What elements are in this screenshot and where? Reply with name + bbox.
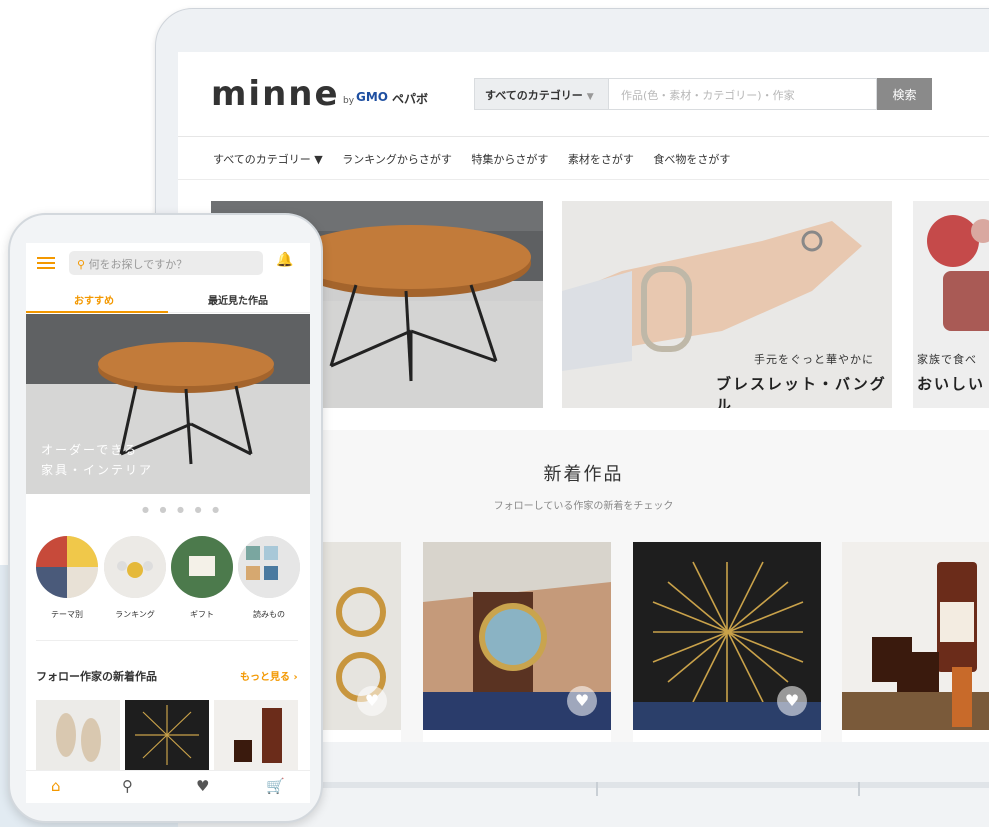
syrup-image <box>842 542 989 730</box>
product-card-star-ornament[interactable]: ♥ <box>633 542 821 730</box>
phone-hero-banner[interactable]: オーダーできる 家具・インテリア <box>26 314 310 494</box>
heart-icon[interactable]: ♥ <box>567 686 597 716</box>
reading-image <box>238 536 300 598</box>
category-label-theme: テーマ別 <box>51 610 83 619</box>
carousel-dots[interactable]: ● ● ● ● ● <box>142 505 223 514</box>
follow-item-thumb[interactable] <box>125 700 209 770</box>
logo-gmo: GMO <box>356 90 388 104</box>
logo-by: by <box>343 96 355 106</box>
minne-logo[interactable]: minne <box>211 74 340 114</box>
heart-icon[interactable]: ♥ <box>777 686 807 716</box>
chevron-down-icon: ▼ <box>586 92 594 102</box>
category-label-reading: 読みもの <box>253 610 285 619</box>
product-card-watch[interactable]: ♥ <box>423 542 611 730</box>
category-label-gift: ギフト <box>190 610 214 619</box>
nav-item-ranking[interactable]: ランキングからさがす <box>342 153 452 166</box>
laptop-seam <box>596 782 598 796</box>
phone-tabs: おすすめ 最近見た作品 <box>26 281 310 313</box>
phone-hero-line2: 家具・インテリア <box>41 463 154 477</box>
sandals-image <box>36 700 120 770</box>
tab-recommended[interactable]: おすすめ <box>74 292 114 307</box>
syrup-thumb-image <box>214 700 298 770</box>
star-thumb-image <box>125 700 209 770</box>
tab-recently-viewed[interactable]: 最近見た作品 <box>208 292 268 307</box>
follow-item-thumb[interactable] <box>36 700 120 770</box>
header-divider <box>178 136 989 137</box>
phone-screen: ⚲ 何をお探しですか？ 🔔 おすすめ 最近見た作品 オーダーできる 家具・インテ… <box>26 243 310 803</box>
stage: minne by GMO ペパボ すべてのカテゴリー ▼ 作品(色・素材・カテゴリ… <box>0 0 989 827</box>
main-nav: すべてのカテゴリー ▼ ランキングからさがす 特集からさがす 素材をさがす 食べ… <box>213 151 746 167</box>
search-icon[interactable]: ⚲ <box>122 777 133 795</box>
category-select-label: すべてのカテゴリー <box>485 89 583 102</box>
nav-divider <box>178 179 989 180</box>
banner-bracelet-caption: 手元をぐっと華やかに <box>754 353 874 366</box>
see-more-link[interactable]: もっと見る › <box>240 668 298 683</box>
follow-item-thumb[interactable] <box>214 700 298 770</box>
banner-food-caption: 家族で食べ <box>917 353 977 366</box>
heart-icon[interactable]: ♥ <box>357 686 387 716</box>
category-label-ranking: ランキング <box>115 610 155 619</box>
phone-bottom-nav: ⌂ ⚲ ♥ 🛒 <box>26 770 310 803</box>
active-tab-indicator <box>26 311 168 313</box>
nav-item-all-categories[interactable]: すべてのカテゴリー ▼ <box>213 153 323 166</box>
follow-section-title: フォロー作家の新着作品 <box>36 670 157 683</box>
banner-bracelet[interactable]: 手元をぐっと華やかに ブレスレット・バングル <box>562 201 892 408</box>
search-icon: ⚲ <box>77 258 86 271</box>
banner-food[interactable]: 家族で食べ おいしい <box>913 201 989 408</box>
ranking-image <box>104 536 166 598</box>
nav-item-features[interactable]: 特集からさがす <box>471 153 548 166</box>
cart-icon[interactable]: 🛒 <box>266 777 285 795</box>
phone-search-input[interactable]: ⚲ 何をお探しですか？ <box>69 251 263 275</box>
laptop-seam <box>858 782 860 796</box>
menu-icon[interactable] <box>37 257 55 269</box>
phone-divider <box>36 640 298 641</box>
category-select[interactable]: すべてのカテゴリー ▼ <box>474 78 609 110</box>
bell-icon[interactable]: 🔔 <box>276 252 293 268</box>
search-button[interactable]: 検索 <box>877 78 932 110</box>
category-circle-ranking[interactable] <box>104 536 166 598</box>
banner-food-title: おいしい <box>917 375 986 393</box>
theme-image <box>36 536 98 598</box>
banner-bracelet-title: ブレスレット・バングル <box>716 375 887 408</box>
search-input[interactable]: 作品(色・素材・カテゴリー)・作家 <box>609 78 877 110</box>
phone-search-placeholder: 何をお探しですか？ <box>88 258 188 271</box>
gift-image <box>171 536 233 598</box>
category-circle-gift[interactable] <box>171 536 233 598</box>
home-icon[interactable]: ⌂ <box>51 777 61 795</box>
nav-item-materials[interactable]: 素材をさがす <box>568 153 634 166</box>
category-circle-reading[interactable] <box>238 536 300 598</box>
logo-pepabo: ペパボ <box>392 92 429 106</box>
phone-hero-line1: オーダーできる <box>41 443 139 457</box>
heart-icon[interactable]: ♥ <box>196 777 209 795</box>
product-card-syrup[interactable] <box>842 542 989 730</box>
category-circle-theme[interactable] <box>36 536 98 598</box>
nav-item-food[interactable]: 食べ物をさがす <box>653 153 730 166</box>
